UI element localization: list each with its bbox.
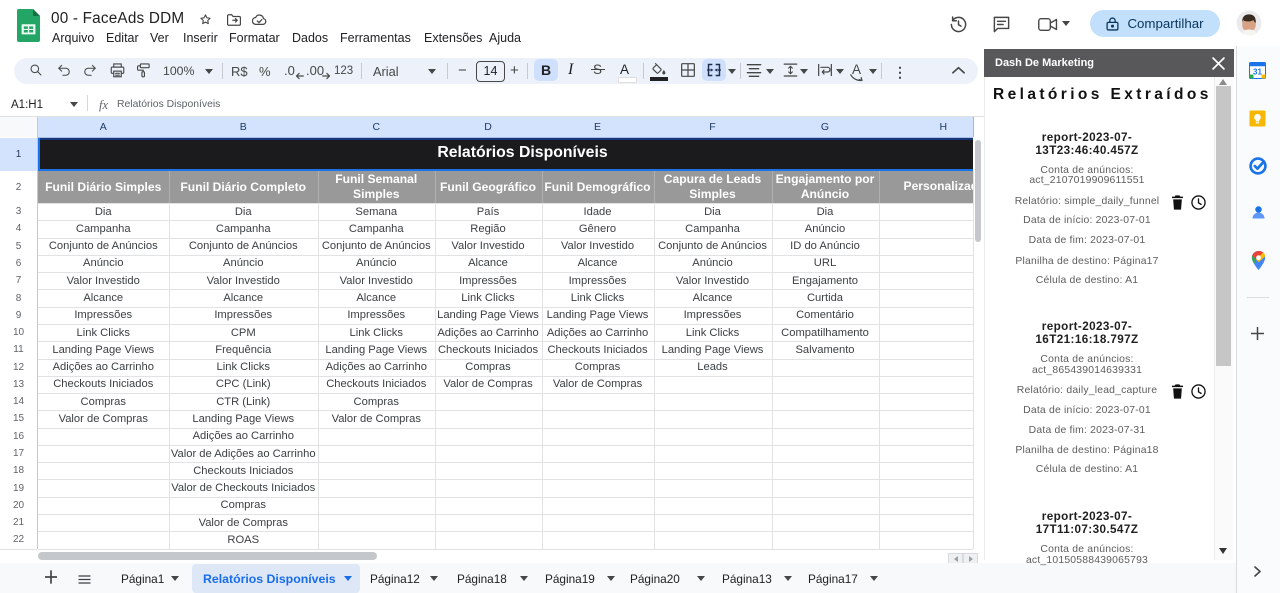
svg-text:31: 31	[1253, 68, 1262, 77]
